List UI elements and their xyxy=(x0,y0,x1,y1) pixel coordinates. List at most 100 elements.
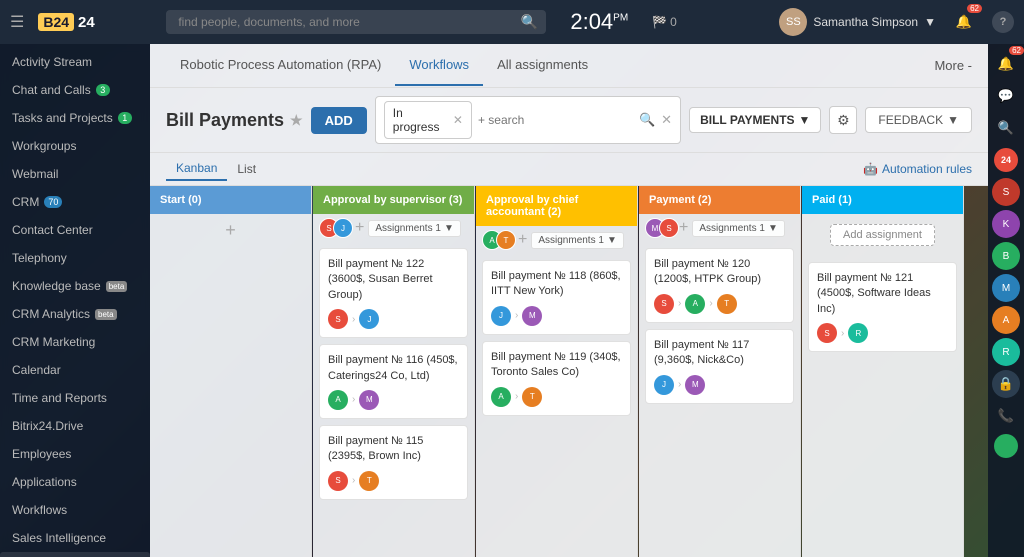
notif-badge: 62 xyxy=(967,4,982,13)
chat-icon-button[interactable]: 💬 xyxy=(992,82,1020,110)
avatar: T xyxy=(522,387,542,407)
assignments-button[interactable]: Assignments 1 ▼ xyxy=(692,220,785,237)
tab-rpa[interactable]: Robotic Process Automation (RPA) xyxy=(166,45,395,86)
card-title: Bill payment № 116 (450$, Caterings24 Co… xyxy=(328,353,459,384)
assignments-button[interactable]: Assignments 1 ▼ xyxy=(368,220,461,237)
col-body-approval-sup: Bill payment № 122 (3600$, Susan Berret … xyxy=(313,242,474,557)
notifications-icon-button[interactable]: 🔔 62 xyxy=(992,50,1020,78)
user-menu[interactable]: SS Samantha Simpson ▼ xyxy=(779,8,936,36)
arrow-icon: › xyxy=(352,475,355,486)
notif-count-badge: 62 xyxy=(1009,46,1024,55)
sidebar-item-time-reports[interactable]: Time and Reports xyxy=(0,384,150,412)
avatar: J xyxy=(491,306,511,326)
search-icon[interactable]: 🔍 xyxy=(521,14,538,31)
add-assignee-icon[interactable]: + xyxy=(355,219,364,237)
sidebar-item-calendar[interactable]: Calendar xyxy=(0,356,150,384)
kanban-card[interactable]: Bill payment № 119 (340$, Toronto Sales … xyxy=(482,341,631,416)
green-dot-button[interactable] xyxy=(994,434,1018,458)
col-body-paid: Bill payment № 121 (4500$, Software Idea… xyxy=(802,256,963,557)
search-icon[interactable]: 🔍 xyxy=(639,112,655,128)
sidebar-item-drive[interactable]: Bitrix24.Drive xyxy=(0,412,150,440)
search-bar: 🔍 xyxy=(166,10,546,34)
panel-avatar-5[interactable]: A xyxy=(992,306,1020,334)
tab-all-assignments[interactable]: All assignments xyxy=(483,45,602,86)
add-assignment-button[interactable]: Add assignment xyxy=(830,224,935,246)
search-input[interactable] xyxy=(166,10,546,34)
tab-workflows[interactable]: Workflows xyxy=(395,45,483,86)
assignment-row: Add assignment xyxy=(802,214,963,256)
hamburger-icon[interactable]: ☰ xyxy=(10,12,24,32)
sidebar-item-applications[interactable]: Applications xyxy=(0,468,150,496)
sidebar-item-webmail[interactable]: Webmail xyxy=(0,160,150,188)
col-title: Approval by supervisor (3) xyxy=(323,194,462,206)
panel-avatar-1[interactable]: S xyxy=(992,178,1020,206)
assignment-row: M S + Assignments 1 ▼ xyxy=(639,214,800,242)
bill-payments-button[interactable]: BILL PAYMENTS ▼ xyxy=(689,107,821,133)
sidebar-item-crm[interactable]: CRM 70 xyxy=(0,188,150,216)
phone-icon-button[interactable]: 📞 xyxy=(992,402,1020,430)
sidebar-item-sales-intelligence[interactable]: Sales Intelligence xyxy=(0,524,150,552)
kanban-card[interactable]: Bill payment № 118 (860$, IITT New York)… xyxy=(482,260,631,335)
settings-button[interactable]: ⚙ xyxy=(829,106,857,134)
chevron-down-icon: ▼ xyxy=(607,235,617,246)
lock-icon-button[interactable]: 🔒 xyxy=(992,370,1020,398)
kanban-card[interactable]: Bill payment № 120 (1200$, HTPK Group) S… xyxy=(645,248,794,323)
search-icon-button[interactable]: 🔍 xyxy=(992,114,1020,142)
assignments-button[interactable]: Assignments 1 ▼ xyxy=(531,232,624,249)
favorite-icon[interactable]: ★ xyxy=(290,112,303,129)
add-button[interactable]: ADD xyxy=(311,107,367,134)
feedback-button[interactable]: FEEDBACK ▼ xyxy=(865,107,972,133)
sidebar-item-label: Sales Intelligence xyxy=(12,531,106,545)
col-title: Start (0) xyxy=(160,194,202,206)
sidebar-item-workflows[interactable]: Workflows xyxy=(0,496,150,524)
sidebar-item-tasks[interactable]: Tasks and Projects 1 xyxy=(0,104,150,132)
sidebar-item-telephony[interactable]: Telephony xyxy=(0,244,150,272)
sidebar-item-crm-marketing[interactable]: CRM Marketing xyxy=(0,328,150,356)
arrow-icon: › xyxy=(709,298,712,309)
panel-avatar-6[interactable]: R xyxy=(992,338,1020,366)
kanban-col-paid: Paid (1) Add assignment Bill payment № 1… xyxy=(802,186,964,557)
avatar: A xyxy=(328,390,348,410)
automation-rules-button[interactable]: 🤖 Automation rules xyxy=(863,162,972,176)
avatars-group: S J xyxy=(319,218,347,238)
content-area: Robotic Process Automation (RPA) Workflo… xyxy=(150,44,988,557)
view-tab-kanban[interactable]: Kanban xyxy=(166,157,227,181)
chevron-down-icon: ▼ xyxy=(768,223,778,234)
sidebar-item-rpa[interactable]: Robotic Process Auto... beta xyxy=(0,552,150,557)
sidebar-item-label: CRM xyxy=(12,195,39,209)
sidebar-item-workgroups[interactable]: Workgroups xyxy=(0,132,150,160)
feedback-label: FEEDBACK xyxy=(878,113,943,127)
sidebar-item-crm-analytics[interactable]: CRM Analytics beta xyxy=(0,300,150,328)
filter-tag-in-progress[interactable]: In progress ✕ xyxy=(384,101,472,139)
sidebar-item-chat-calls[interactable]: Chat and Calls 3 xyxy=(0,76,150,104)
kanban-card[interactable]: Bill payment № 115 (2395$, Brown Inc) S … xyxy=(319,425,468,500)
filter-remove-icon[interactable]: ✕ xyxy=(453,113,463,127)
crm-badge: 70 xyxy=(44,196,62,208)
avatar: J xyxy=(654,375,674,395)
notifications-button[interactable]: 🔔 62 xyxy=(950,8,978,36)
kanban-card[interactable]: Bill payment № 116 (450$, Caterings24 Co… xyxy=(319,344,468,419)
filter-search-input[interactable] xyxy=(478,113,633,127)
add-assignee-icon[interactable]: + xyxy=(679,219,688,237)
b24-icon-button[interactable]: 24 xyxy=(992,146,1020,174)
kanban-card[interactable]: Bill payment № 122 (3600$, Susan Berret … xyxy=(319,248,468,338)
help-button[interactable]: ? xyxy=(992,11,1014,33)
sidebar-item-employees[interactable]: Employees xyxy=(0,440,150,468)
panel-avatar-4[interactable]: M xyxy=(992,274,1020,302)
panel-avatar-2[interactable]: K xyxy=(992,210,1020,238)
kanban-card[interactable]: Bill payment № 121 (4500$, Software Idea… xyxy=(808,262,957,352)
avatar: T xyxy=(359,471,379,491)
view-tab-list[interactable]: List xyxy=(227,158,266,180)
col-add-icon[interactable]: + xyxy=(150,214,311,247)
clear-filter-icon[interactable]: ✕ xyxy=(661,112,672,128)
panel-avatar-3[interactable]: B xyxy=(992,242,1020,270)
flag-area: 🏁 0 xyxy=(652,15,677,29)
sidebar-item-contact-center[interactable]: Contact Center xyxy=(0,216,150,244)
add-assignee-icon[interactable]: + xyxy=(518,231,527,249)
arrow-icon: › xyxy=(515,310,518,321)
sidebar-item-label: Workflows xyxy=(12,503,67,517)
sidebar-item-knowledge-base[interactable]: Knowledge base beta xyxy=(0,272,150,300)
tab-more[interactable]: More - xyxy=(934,58,972,73)
sidebar-item-activity-stream[interactable]: Activity Stream xyxy=(0,48,150,76)
kanban-card[interactable]: Bill payment № 117 (9,360$, Nick&Co) J ›… xyxy=(645,329,794,404)
